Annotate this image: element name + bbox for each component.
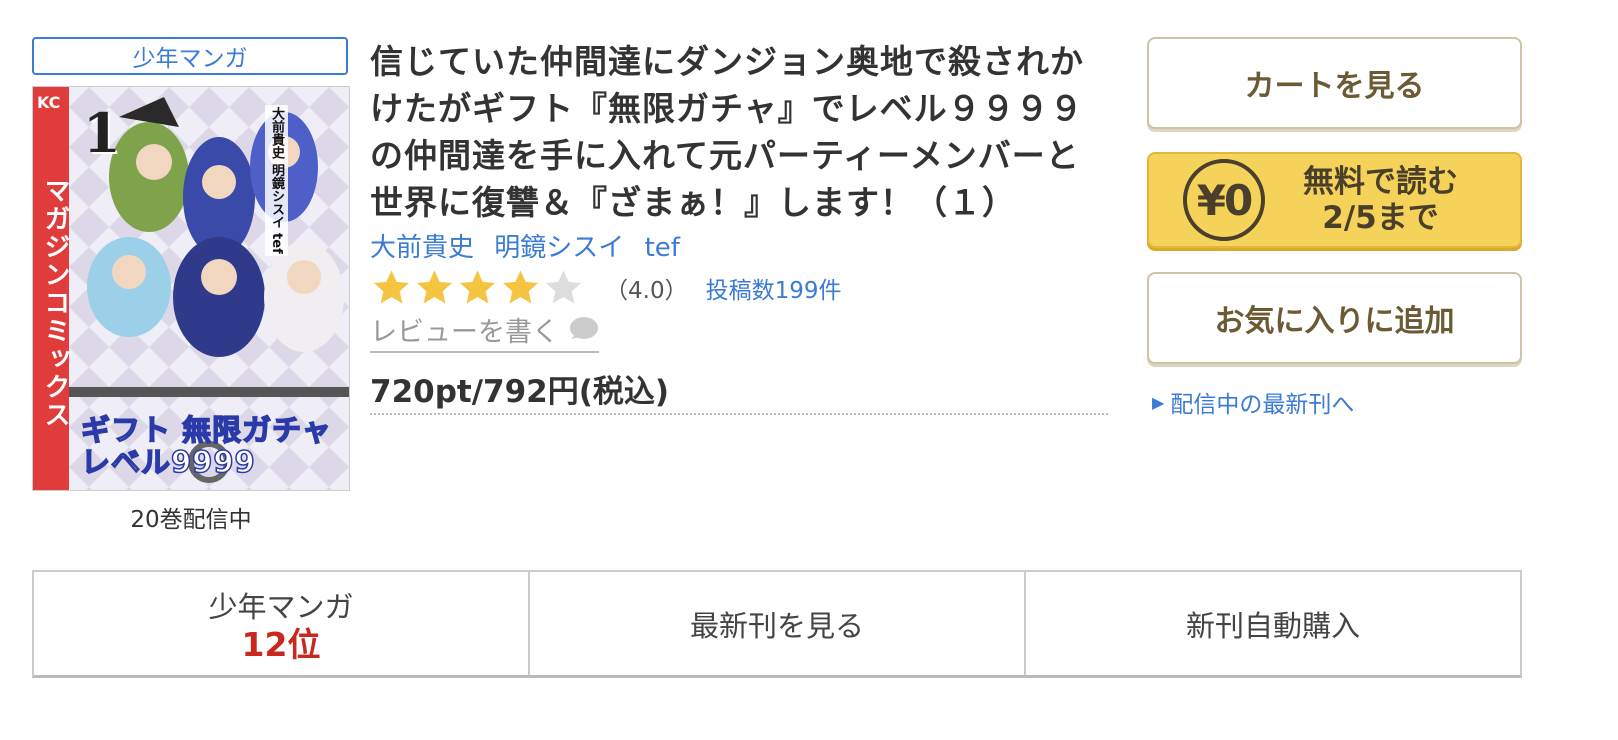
review-count-link[interactable]: 投稿数199件 <box>706 271 842 305</box>
star-filled-icon <box>460 270 495 304</box>
cover-spine-text: マガジンコミックス <box>40 177 70 429</box>
star-filled-icon <box>374 270 409 304</box>
genre-badge[interactable]: 少年マンガ <box>32 37 348 75</box>
volumes-available: 20巻配信中 <box>130 507 252 533</box>
cover-title-line2: レベル9999 <box>80 444 256 480</box>
star-rating <box>370 268 585 308</box>
ranking-category: 少年マンガ <box>208 589 354 624</box>
triangle-right-icon: ▶ <box>1152 392 1165 412</box>
star-filled-icon <box>503 270 538 304</box>
free-read-deadline: 2/5まで <box>1322 200 1439 236</box>
latest-volume-link-label: 配信中の最新刊へ <box>1170 392 1355 418</box>
cover-label: KC <box>37 93 61 112</box>
write-review-label: レビューを書く <box>370 317 559 348</box>
rating: （4.0） 投稿数199件 <box>370 268 841 308</box>
view-cart-button[interactable]: カートを見る <box>1147 37 1522 129</box>
ranking-cell[interactable]: 少年マンガ 12位 <box>34 572 530 675</box>
view-latest-volume-button[interactable]: 最新刊を見る <box>530 572 1026 675</box>
free-read-label: 無料で読む <box>1303 164 1458 200</box>
speech-bubble-icon <box>570 316 598 339</box>
add-favorite-button[interactable]: お気に入りに追加 <box>1147 272 1522 364</box>
cover-spine: KC マガジンコミックス <box>33 87 70 490</box>
free-read-text: 無料で読む 2/5まで <box>1303 164 1458 236</box>
cover-authors: 大前貴史 明鏡シスイ tef <box>265 105 288 256</box>
free-read-button[interactable]: ¥0 無料で読む 2/5まで <box>1147 152 1522 248</box>
bottom-action-bar: 少年マンガ 12位 最新刊を見る 新刊自動購入 <box>32 570 1522 678</box>
auto-purchase-button[interactable]: 新刊自動購入 <box>1026 572 1520 675</box>
price: 720pt/792円(税込) <box>370 374 670 410</box>
ranking-position: 12位 <box>241 624 321 664</box>
divider <box>370 413 1108 415</box>
author-list: 大前貴史 明鏡シスイ tef <box>370 227 692 264</box>
star-filled-icon <box>417 270 452 304</box>
author-link[interactable]: 大前貴史 <box>370 233 474 263</box>
book-title: 信じていた仲間達にダンジョン奥地で殺されかけたがギフト『無限ガチャ』でレベル９９… <box>370 42 1084 222</box>
latest-volume-link[interactable]: ▶ 配信中の最新刊へ <box>1152 385 1354 419</box>
rating-value: （4.0） <box>605 278 688 304</box>
yen-zero-icon: ¥0 <box>1183 159 1265 241</box>
book-cover-image[interactable]: KC マガジンコミックス 1 大前貴史 明鏡シスイ tef ギフト 無限ガチャ … <box>32 86 350 491</box>
cover-volume-number: 1 <box>83 101 121 165</box>
author-link[interactable]: 明鏡シスイ <box>494 233 624 263</box>
write-review-link[interactable]: レビューを書く <box>370 310 599 353</box>
star-empty-icon <box>546 270 581 304</box>
author-link[interactable]: tef <box>645 233 680 263</box>
